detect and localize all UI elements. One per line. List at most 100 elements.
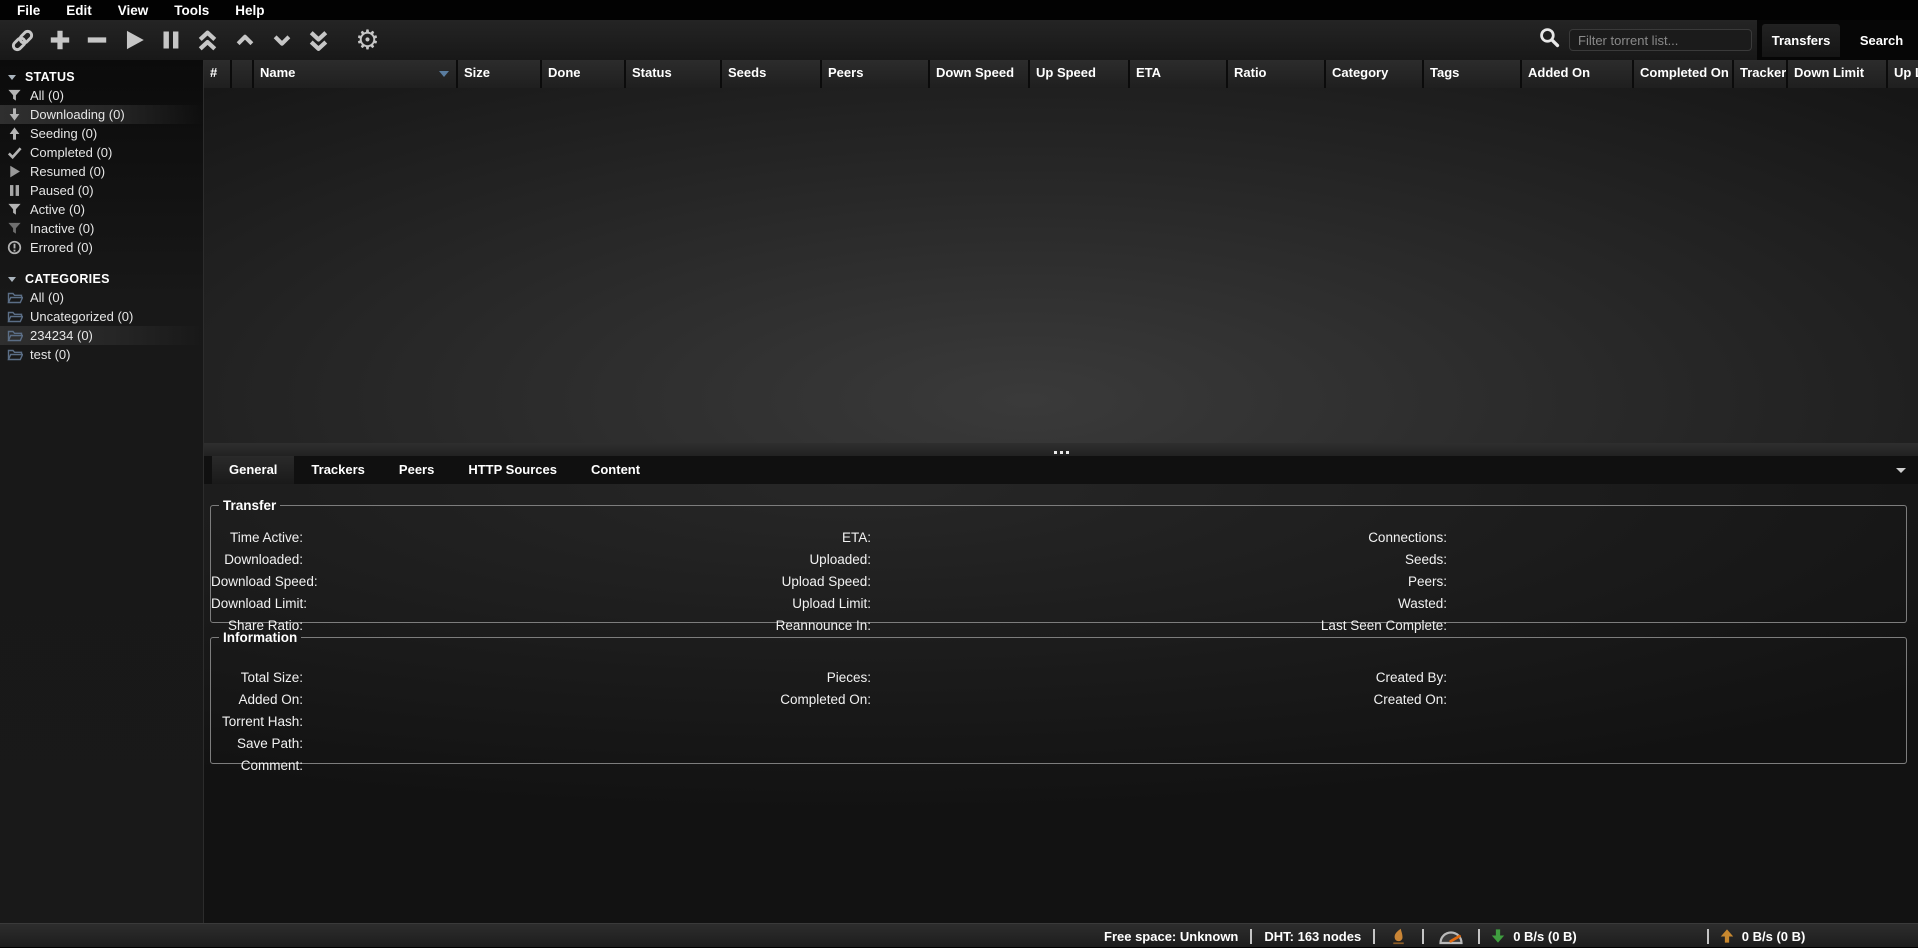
column-header-name[interactable]: Name xyxy=(254,60,458,88)
column-header-category[interactable]: Category xyxy=(1326,60,1424,88)
menu-file[interactable]: File xyxy=(4,3,53,18)
tab-transfers[interactable]: Transfers xyxy=(1762,24,1841,57)
column-header-eta[interactable]: ETA xyxy=(1130,60,1228,88)
sidebar-item-label: 234234 (0) xyxy=(30,328,93,343)
play-icon xyxy=(7,164,23,180)
tab-search[interactable]: Search xyxy=(1850,24,1913,57)
chevron-up-icon xyxy=(234,29,256,51)
folder-icon xyxy=(7,328,23,344)
menu-help[interactable]: Help xyxy=(222,3,277,18)
double-chevron-up-icon xyxy=(195,28,220,53)
sidebar-item-resumed[interactable]: Resumed (0) xyxy=(0,162,203,181)
column-header-up-speed[interactable]: Up Speed xyxy=(1030,60,1130,88)
detail-tab-bar: General Trackers Peers HTTP Sources Cont… xyxy=(204,456,1918,484)
status-section-header[interactable]: STATUS xyxy=(8,68,203,86)
folder-icon xyxy=(7,290,23,306)
column-header-icon[interactable] xyxy=(232,60,254,88)
filter-icon xyxy=(7,88,23,104)
sidebar-item-paused[interactable]: Paused (0) xyxy=(0,181,203,200)
label-connections: Connections: xyxy=(1221,527,1447,549)
sidebar-category-all[interactable]: All (0) xyxy=(0,288,203,307)
top-priority-button[interactable] xyxy=(193,25,222,55)
menu-edit[interactable]: Edit xyxy=(53,3,105,18)
label-upload-limit: Upload Limit: xyxy=(671,593,871,615)
upload-speed-indicator: 0 B/s (0 B) xyxy=(1709,928,1816,944)
pause-button[interactable] xyxy=(156,25,185,55)
options-button[interactable]: ⚙ xyxy=(353,25,382,55)
column-header-added-on[interactable]: Added On xyxy=(1522,60,1634,88)
label-download-limit: Download Limit: xyxy=(211,593,303,615)
sidebar-item-downloading[interactable]: Downloading (0) xyxy=(0,105,203,124)
tab-general[interactable]: General xyxy=(212,456,294,484)
connection-status-icon[interactable] xyxy=(1375,927,1422,946)
down-arrow-icon xyxy=(1490,928,1506,944)
download-speed-text: 0 B/s (0 B) xyxy=(1513,929,1577,944)
tab-content[interactable]: Content xyxy=(574,456,657,484)
column-header-peers[interactable]: Peers xyxy=(822,60,930,88)
menubar: File Edit View Tools Help xyxy=(0,0,1918,20)
tab-peers[interactable]: Peers xyxy=(382,456,451,484)
sidebar-item-label: Uncategorized (0) xyxy=(30,309,133,324)
add-torrent-button[interactable] xyxy=(45,25,74,55)
sidebar-item-label: All (0) xyxy=(30,290,64,305)
pause-icon xyxy=(7,183,23,199)
tab-trackers[interactable]: Trackers xyxy=(294,456,382,484)
label-completed-on: Completed On: xyxy=(671,689,871,711)
add-magnet-link-button[interactable] xyxy=(8,25,37,55)
label-seeds: Seeds: xyxy=(1221,549,1447,571)
sidebar-item-inactive[interactable]: Inactive (0) xyxy=(0,219,203,238)
sidebar-category-uncategorized[interactable]: Uncategorized (0) xyxy=(0,307,203,326)
filter-area xyxy=(1538,20,1752,60)
sidebar-item-errored[interactable]: Errored (0) xyxy=(0,238,203,257)
increase-priority-button[interactable] xyxy=(230,25,259,55)
label-wasted: Wasted: xyxy=(1221,593,1447,615)
column-header-number[interactable]: # xyxy=(204,60,232,88)
label-uploaded: Uploaded: xyxy=(671,549,871,571)
column-header-down-limit[interactable]: Down Limit xyxy=(1788,60,1888,88)
menu-view[interactable]: View xyxy=(105,3,162,18)
column-header-done[interactable]: Done xyxy=(542,60,626,88)
resume-button[interactable] xyxy=(119,25,148,55)
double-chevron-down-icon xyxy=(306,28,331,53)
torrent-list[interactable] xyxy=(204,88,1918,443)
decrease-priority-button[interactable] xyxy=(267,25,296,55)
tab-http-sources[interactable]: HTTP Sources xyxy=(451,456,574,484)
sidebar-item-completed[interactable]: Completed (0) xyxy=(0,143,203,162)
column-header-seeds[interactable]: Seeds xyxy=(722,60,822,88)
column-header-up-limit[interactable]: Up Limit xyxy=(1888,60,1918,88)
statusbar: Free space: Unknown DHT: 163 nodes 0 B/s… xyxy=(0,923,1918,947)
menu-tools[interactable]: Tools xyxy=(161,3,222,18)
categories-section-header[interactable]: CATEGORIES xyxy=(8,270,203,288)
sidebar-category-234234[interactable]: 234234 (0) xyxy=(0,326,203,345)
filter-torrent-input[interactable] xyxy=(1569,29,1752,51)
pause-icon xyxy=(159,28,183,52)
transfer-labels-column-1: Time Active: Downloaded: Download Speed:… xyxy=(211,527,303,637)
delete-torrent-button[interactable] xyxy=(82,25,111,55)
dht-nodes-label: DHT: 163 nodes xyxy=(1252,929,1373,944)
panel-splitter[interactable] xyxy=(204,443,1918,456)
column-header-completed-on[interactable]: Completed On xyxy=(1634,60,1734,88)
sidebar-item-all[interactable]: All (0) xyxy=(0,86,203,105)
column-header-size[interactable]: Size xyxy=(458,60,542,88)
sidebar-item-active[interactable]: Active (0) xyxy=(0,200,203,219)
sidebar: STATUS All (0) Downloading (0) Seeding (… xyxy=(0,60,204,923)
column-header-tags[interactable]: Tags xyxy=(1424,60,1522,88)
transfer-labels-column-2: ETA: Uploaded: Upload Speed: Upload Limi… xyxy=(671,527,871,637)
categories-header-label: CATEGORIES xyxy=(25,272,110,286)
alt-speed-limits-gauge-icon[interactable] xyxy=(1424,927,1478,945)
column-header-status[interactable]: Status xyxy=(626,60,722,88)
information-labels-column-3: Created By: Created On: xyxy=(1221,667,1447,711)
label-time-active: Time Active: xyxy=(211,527,303,549)
sidebar-category-test[interactable]: test (0) xyxy=(0,345,203,364)
sidebar-item-label: Downloading (0) xyxy=(30,107,125,122)
column-header-ratio[interactable]: Ratio xyxy=(1228,60,1326,88)
torrent-table-header: # Name Size Done Status Seeds Peers Down… xyxy=(204,60,1918,88)
column-header-down-speed[interactable]: Down Speed xyxy=(930,60,1030,88)
bottom-priority-button[interactable] xyxy=(304,25,333,55)
label-downloaded: Downloaded: xyxy=(211,549,303,571)
column-header-tracker[interactable]: Tracker xyxy=(1734,60,1788,88)
checkmark-icon xyxy=(7,145,23,161)
sidebar-item-seeding[interactable]: Seeding (0) xyxy=(0,124,203,143)
panel-collapse-icon[interactable] xyxy=(1896,468,1906,473)
up-arrow-icon xyxy=(1719,928,1735,944)
